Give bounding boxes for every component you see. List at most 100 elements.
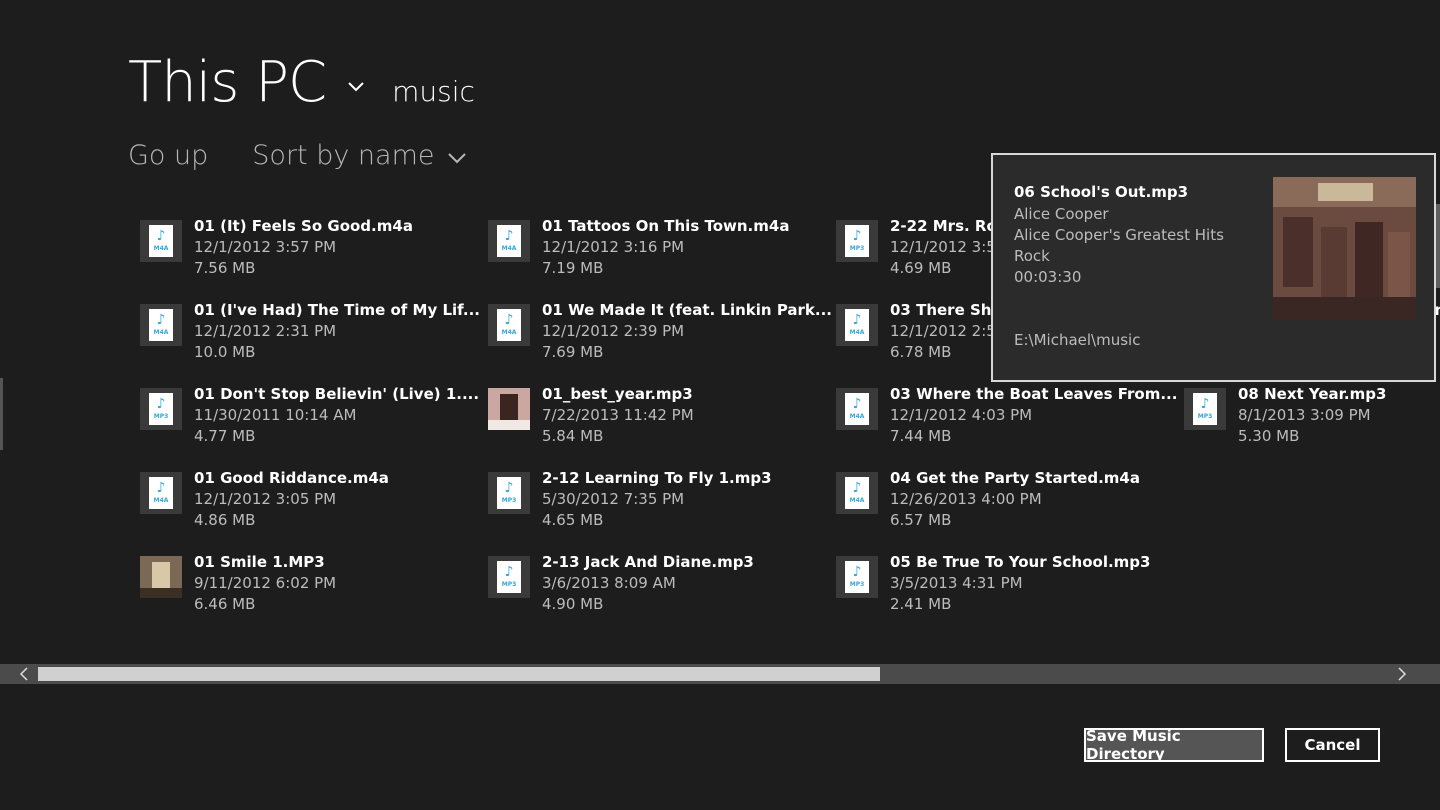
detail-genre: Rock (1014, 247, 1050, 265)
sort-dropdown[interactable]: Sort by name (252, 140, 467, 171)
album-art (140, 556, 182, 598)
file-name: 08 Next Year.mp3 (1238, 385, 1387, 403)
file-tile[interactable]: ♪ MP3 05 Be True To Your School.mp3 3/5/201… (826, 540, 1156, 624)
file-size: 7.69 MB (542, 343, 604, 361)
file-size: 4.77 MB (194, 427, 256, 445)
file-date: 12/1/2012 3:57 PM (194, 238, 337, 256)
left-edge-indicator (0, 378, 3, 450)
file-date: 8/1/2013 3:09 PM (1238, 406, 1371, 424)
music-file-icon: ♪M4A (836, 472, 878, 514)
file-ext-label: M4A (153, 328, 169, 336)
sort-label: Sort by name (252, 140, 435, 171)
file-ext-label: MP3 (501, 496, 517, 504)
file-tile[interactable]: ♪ MP3 01 Don't Stop Believin' (Live) 1....… (130, 372, 479, 456)
file-tile[interactable]: ♪ M4A 01 (It) Feels So Good.m4a 12/1/2012 3… (130, 204, 460, 288)
save-music-directory-button[interactable]: Save Music Directory (1084, 727, 1264, 763)
file-tile[interactable]: 01_best_year.mp3 7/22/2013 11:42 PM 5.84 M… (478, 372, 808, 456)
file-date: 11/30/2011 10:14 AM (194, 406, 357, 424)
file-date: 12/1/2012 3:16 PM (542, 238, 685, 256)
chevron-down-icon[interactable] (348, 79, 364, 95)
file-details-tooltip: 06 School's Out.mp3 Alice Cooper Alice C… (991, 153, 1436, 382)
file-size: 6.57 MB (890, 511, 952, 529)
music-file-icon: ♪ MP3 (836, 556, 878, 598)
file-date: 12/1/2012 3:05 PM (194, 490, 337, 508)
scroll-left-icon[interactable] (16, 666, 32, 682)
detail-artist: Alice Cooper (1014, 205, 1109, 223)
file-tile[interactable]: ♪ MP3 2-12 Learning To Fly 1.mp3 5/30/2012 … (478, 456, 808, 540)
file-date: 3/6/2013 8:09 AM (542, 574, 676, 592)
file-size: 7.56 MB (194, 259, 256, 277)
file-size: 6.46 MB (194, 595, 256, 613)
location-title[interactable]: This PC (128, 50, 327, 115)
file-size: 7.44 MB (890, 427, 952, 445)
file-tile[interactable]: ♪ M4A 01 We Made It (feat. Linkin Park... 1… (478, 288, 832, 372)
file-ext-label: MP3 (1197, 412, 1213, 420)
file-size: 7.19 MB (542, 259, 604, 277)
music-file-icon: ♪M4A (836, 388, 878, 430)
file-name: 01 Smile 1.MP3 (194, 553, 325, 571)
file-date: 12/1/2012 4:03 PM (890, 406, 1033, 424)
file-name: 2-22 Mrs. Rob (890, 217, 1008, 235)
file-tile[interactable]: ♪ MP3 2-13 Jack And Diane.mp3 3/6/2013 8:09… (478, 540, 808, 624)
file-date: 9/11/2012 6:02 PM (194, 574, 337, 592)
file-name: 01 We Made It (feat. Linkin Park... (542, 301, 833, 319)
file-date: 12/1/2012 2:39 PM (542, 322, 685, 340)
file-tile[interactable]: 01 Smile 1.MP3 9/11/2012 6:02 PM 6.46 MB (130, 540, 460, 624)
music-file-icon: ♪M4A (488, 220, 530, 262)
file-name: 01 Don't Stop Believin' (Live) 1.... (194, 385, 480, 403)
file-tile[interactable]: ♪ M4A 01 Good Riddance.m4a 12/1/2012 3:05 P… (130, 456, 460, 540)
file-name: 2-12 Learning To Fly 1.mp3 (542, 469, 772, 487)
detail-duration: 00:03:30 (1014, 268, 1082, 286)
album-art (1273, 177, 1416, 320)
file-size: 5.30 MB (1238, 427, 1300, 445)
detail-path: E:\Michael\music (1014, 331, 1141, 349)
file-size: 5.84 MB (542, 427, 604, 445)
file-date: 3/5/2013 4:31 PM (890, 574, 1023, 592)
file-tile[interactable]: ♪ M4A 01 Tattoos On This Town.m4a 12/1/2012… (478, 204, 808, 288)
file-date: 12/1/2012 2:53 (890, 322, 1006, 340)
file-size: 6.78 MB (890, 343, 952, 361)
music-file-icon: ♪ MP3 (488, 556, 530, 598)
music-file-icon: ♪ MP3 (488, 472, 530, 514)
cancel-button[interactable]: Cancel (1285, 728, 1380, 762)
command-bar: Go up Sort by name (128, 140, 467, 171)
music-file-icon: ♪ MP3 (1184, 388, 1226, 430)
chevron-down-icon (448, 152, 467, 163)
scrollbar-thumb[interactable] (38, 667, 880, 681)
file-date: 12/26/2013 4:00 PM (890, 490, 1042, 508)
file-ext-label: M4A (153, 244, 169, 252)
file-ext-label: M4A (501, 328, 517, 336)
file-date: 7/22/2013 11:42 PM (542, 406, 694, 424)
file-size: 4.86 MB (194, 511, 256, 529)
file-size: 4.90 MB (542, 595, 604, 613)
music-file-icon: ♪M4A (140, 304, 182, 346)
file-tile[interactable]: ♪ M4A 03 Where the Boat Leaves From... 12/1… (826, 372, 1177, 456)
file-date: 12/1/2012 2:31 PM (194, 322, 337, 340)
file-ext-label: M4A (501, 244, 517, 252)
music-file-icon: ♪M4A (140, 220, 182, 262)
go-up-button[interactable]: Go up (128, 140, 208, 171)
file-ext-label: MP3 (501, 580, 517, 588)
file-size: 10.0 MB (194, 343, 256, 361)
horizontal-scrollbar[interactable] (0, 664, 1440, 684)
music-file-icon: ♪M4A (488, 304, 530, 346)
album-art (488, 388, 530, 430)
file-tile[interactable]: ♪ MP3 08 Next Year.mp3 8/1/2013 3:09 PM 5.30… (1174, 372, 1440, 456)
music-file-icon: ♪M4A (836, 304, 878, 346)
file-name: 04 Get the Party Started.m4a (890, 469, 1140, 487)
file-name: 05 Be True To Your School.mp3 (890, 553, 1151, 571)
file-ext-label: M4A (849, 328, 865, 336)
file-name: 01 Tattoos On This Town.m4a (542, 217, 790, 235)
file-tile[interactable]: ♪ M4A 04 Get the Party Started.m4a 12/26/20… (826, 456, 1156, 540)
file-ext-label: M4A (849, 412, 865, 420)
detail-file-name: 06 School's Out.mp3 (1014, 183, 1189, 201)
music-file-icon: ♪ MP3 (140, 388, 182, 430)
file-name: 01 (I've Had) The Time of My Lif... (194, 301, 480, 319)
file-name: 01 (It) Feels So Good.m4a (194, 217, 413, 235)
scroll-right-icon[interactable] (1394, 666, 1410, 682)
file-name: 03 Where the Boat Leaves From... (890, 385, 1178, 403)
file-ext-label: M4A (849, 496, 865, 504)
file-tile[interactable]: ♪ M4A 01 (I've Had) The Time of My Lif... 1… (130, 288, 480, 372)
file-name: 01 Good Riddance.m4a (194, 469, 389, 487)
file-name: 01_best_year.mp3 (542, 385, 693, 403)
